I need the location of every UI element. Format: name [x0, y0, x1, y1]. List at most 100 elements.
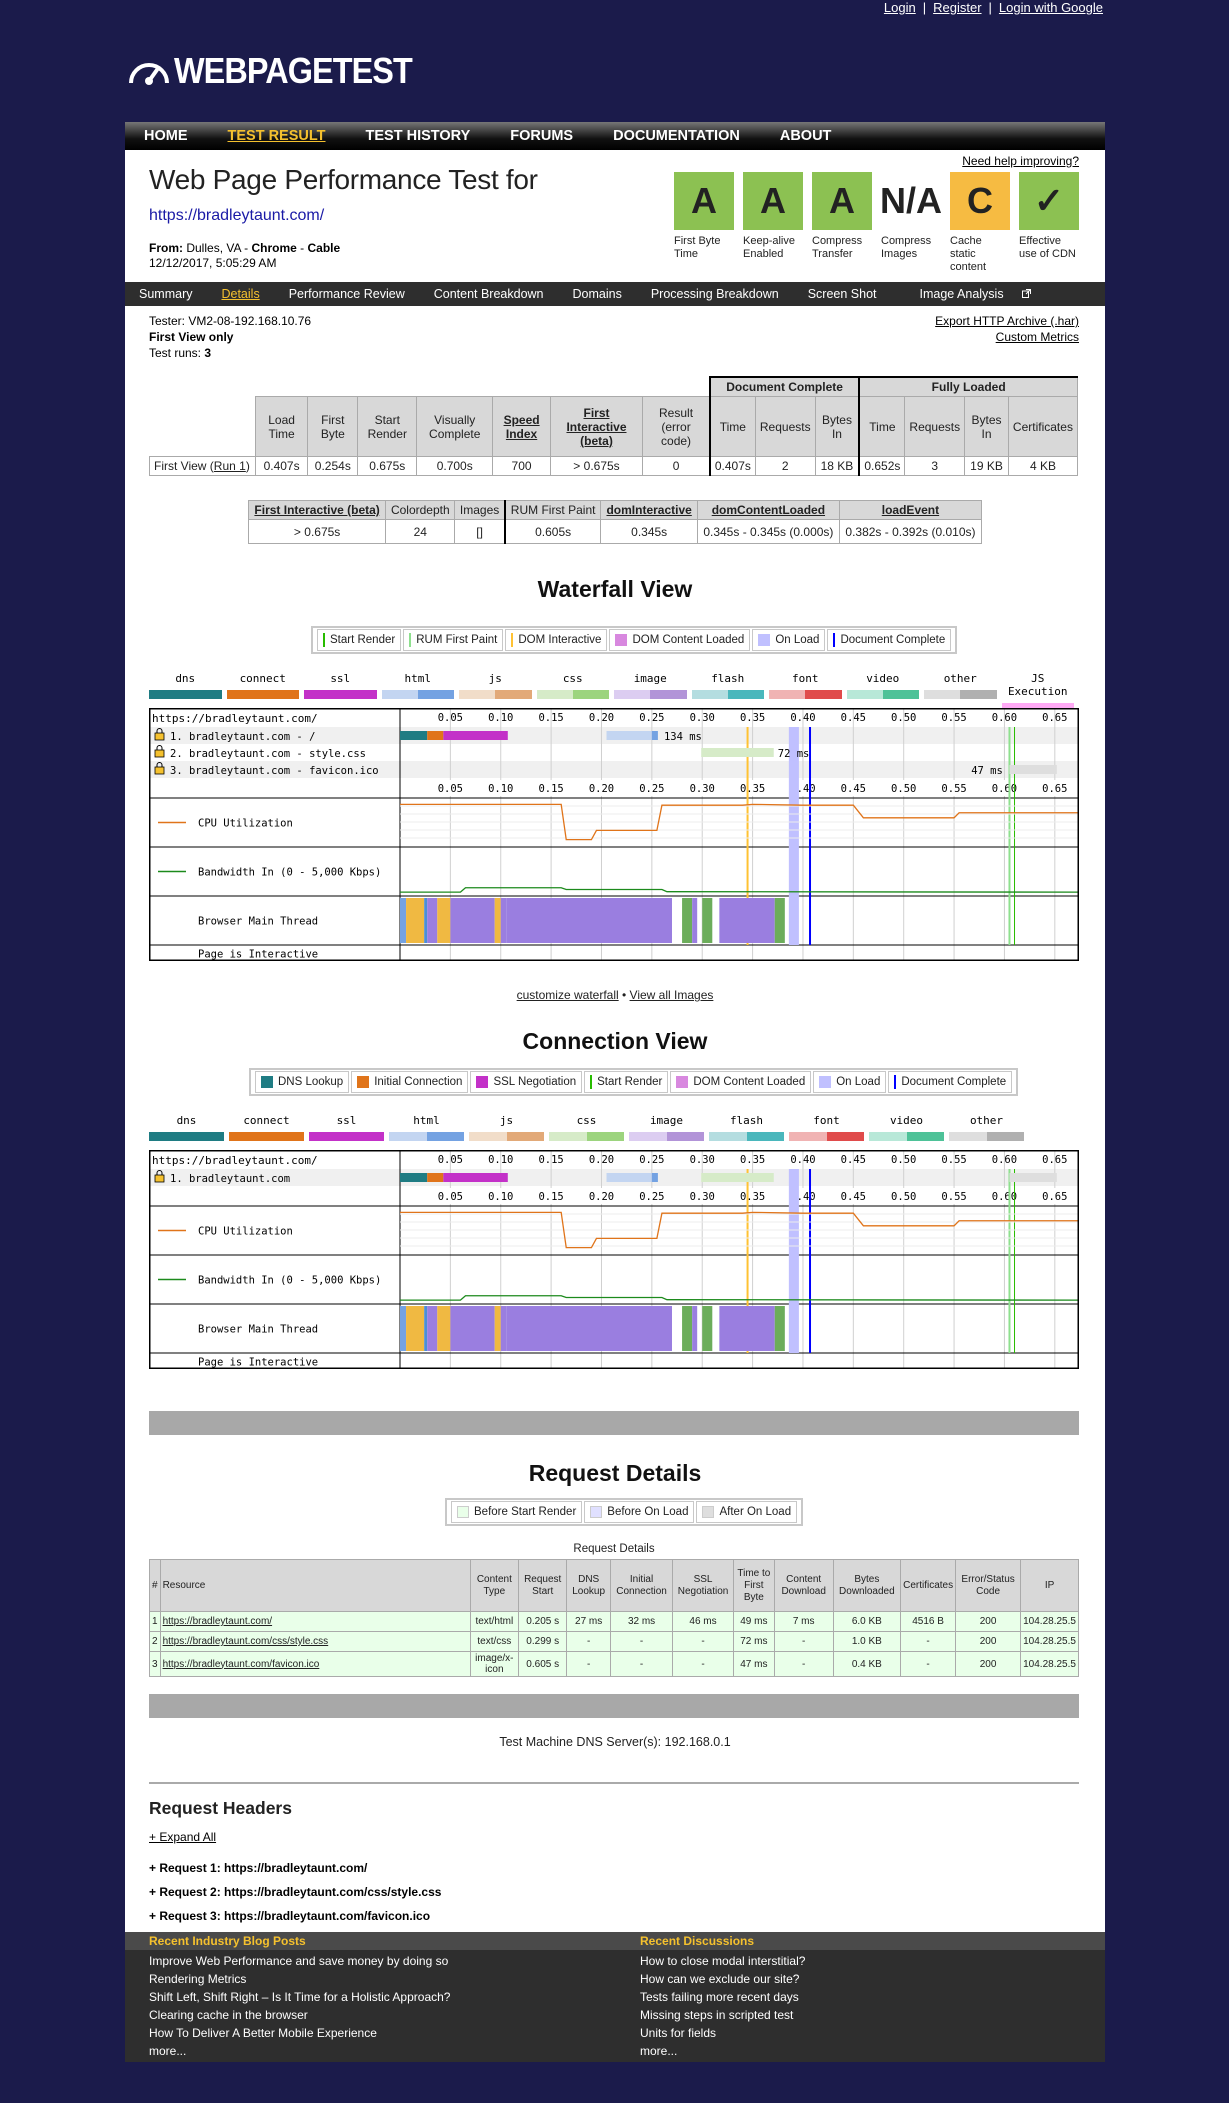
legend-swatch [758, 634, 771, 646]
tested-url-text[interactable]: https://bradleytaunt.com/ [149, 207, 324, 224]
nav-about[interactable]: ABOUT [780, 128, 832, 144]
tab-summary[interactable]: Summary [139, 287, 192, 301]
tick-label: 0.30 [690, 783, 715, 795]
grade-box[interactable]: N/A [880, 172, 942, 230]
nav-home[interactable]: HOME [144, 128, 188, 144]
discussion-item[interactable]: Tests failing more recent days [640, 1988, 805, 2006]
nav-forums[interactable]: FORUMS [510, 128, 573, 144]
request-label[interactable]: 1. bradleytaunt.com [170, 1173, 290, 1185]
login-link[interactable]: Login [884, 0, 916, 15]
legend-label: After On Load [719, 1506, 792, 1518]
main-thread-block [494, 898, 501, 943]
resource-link[interactable]: https://bradleytaunt.com/favicon.ico [163, 1659, 320, 1670]
grade-label: Compress Images [881, 235, 932, 260]
col-domcontentloaded[interactable]: domContentLoaded [696, 500, 840, 520]
grade-keep-alive[interactable]: A Keep-alive Enabled [743, 172, 803, 274]
tick-label: 0.20 [589, 783, 614, 795]
tab-content-breakdown[interactable]: Content Breakdown [434, 287, 544, 301]
legend-swatch [819, 1076, 832, 1088]
blog-item[interactable]: How To Deliver A Better Mobile Experienc… [149, 2024, 450, 2042]
category-image: image [614, 672, 687, 699]
grade-box[interactable]: A [812, 172, 872, 230]
discussion-more[interactable]: more... [640, 2042, 805, 2060]
tab-screen-shot[interactable]: Screen Shot [808, 287, 877, 301]
login-google-link[interactable]: Login with Google [999, 0, 1103, 15]
export-har-link[interactable]: Export HTTP Archive (.har) [935, 313, 1079, 329]
discussion-item[interactable]: Units for fields [640, 2024, 805, 2042]
table-row[interactable]: 1 https://bradleytaunt.com/text/html 0.205… [149, 1611, 1079, 1632]
blog-item[interactable]: Shift Left, Shift Right – Is It Time for… [149, 1988, 450, 2006]
grade-first-byte[interactable]: A First Byte Time [674, 172, 734, 274]
tested-url[interactable]: https://bradleytaunt.com/ [149, 207, 324, 225]
val-loadevent: 0.382s - 0.392s (0.010s) [838, 519, 983, 544]
run1-link[interactable]: Run 1 [214, 459, 246, 473]
col-first-interactive[interactable]: First Interactive (beta) [549, 396, 644, 457]
category-label: dns [175, 672, 196, 685]
column-header: Initial Connection [610, 1559, 674, 1612]
grade-box[interactable]: A [674, 172, 734, 230]
nav-documentation[interactable]: DOCUMENTATION [613, 128, 740, 144]
waterfall-title: Waterfall View [537, 576, 693, 602]
expand-all-link[interactable]: + Expand All [149, 1830, 216, 1844]
col-first-interactive2[interactable]: First Interactive (beta) [247, 500, 387, 520]
register-link[interactable]: Register [933, 0, 981, 15]
col-speed-index[interactable]: Speed Index [492, 396, 551, 457]
request-label[interactable]: 3. bradleytaunt.com - favicon.ico [170, 765, 379, 777]
grade-box[interactable]: C [950, 172, 1010, 230]
nav-test-result[interactable]: TEST RESULT [228, 128, 326, 144]
webpagetest-logo[interactable]: WEBPAGETEST [126, 50, 438, 92]
resource-link[interactable]: https://bradleytaunt.com/ [163, 1616, 273, 1627]
tab-image-analysis[interactable]: Image Analysis [906, 287, 1032, 301]
tab-domains[interactable]: Domains [573, 287, 622, 301]
request-header-1[interactable]: + Request 1: https://bradleytaunt.com/ [149, 1861, 367, 1875]
grade-box[interactable]: A [743, 172, 803, 230]
col-loadevent[interactable]: loadEvent [838, 500, 983, 520]
table-row[interactable]: 2 https://bradleytaunt.com/css/style.css t… [149, 1631, 1079, 1652]
grade-cdn[interactable]: ✓ Effective use of CDN [1019, 172, 1079, 274]
cv-legend-item: SSL Negotiation [470, 1071, 583, 1093]
val-visually-complete: 0.700s [416, 456, 494, 476]
blog-item[interactable]: Improve Web Performance and save money b… [149, 1952, 450, 1970]
nav-test-history[interactable]: TEST HISTORY [366, 128, 471, 144]
grade-compress-transfer[interactable]: A Compress Transfer [812, 172, 872, 274]
custom-metrics-link[interactable]: Custom Metrics [935, 329, 1079, 345]
grade-compress-images[interactable]: N/A Compress Images [880, 172, 942, 274]
tab-processing-breakdown[interactable]: Processing Breakdown [651, 287, 779, 301]
discussion-item[interactable]: How can we exclude our site? [640, 1970, 805, 1988]
category-swatch [709, 1132, 784, 1141]
col-dominteractive[interactable]: domInteractive [600, 500, 698, 520]
request-label[interactable]: 2. bradleytaunt.com - style.css [170, 748, 366, 760]
table-row[interactable]: 3 https://bradleytaunt.com/favicon.ico ima… [149, 1651, 1079, 1677]
page-title: Web Page Performance Test for [149, 164, 538, 195]
waterfall-svg: 0.05 0.10 0.15 0.20 0.25 0.30 0.35 0.40 0.45 0.50… [149, 708, 1081, 962]
blog-more[interactable]: more... [149, 2042, 450, 2060]
tab-performance-review[interactable]: Performance Review [289, 287, 405, 301]
customize-waterfall-link[interactable]: customize waterfall [517, 988, 619, 1002]
table-cell[interactable]: https://bradleytaunt.com/favicon.ico [159, 1651, 471, 1677]
grade-cache-static[interactable]: C Cache static content [950, 172, 1010, 274]
main-thread-block [494, 1306, 501, 1351]
resource-link[interactable]: https://bradleytaunt.com/css/style.css [163, 1636, 329, 1647]
discussion-item[interactable]: How to close modal interstitial? [640, 1952, 805, 1970]
request-label[interactable]: 1. bradleytaunt.com - / [170, 731, 315, 743]
blog-item[interactable]: Rendering Metrics [149, 1970, 450, 1988]
help-improving-link[interactable]: Need help improving? [962, 154, 1079, 168]
main-thread-block [692, 898, 698, 943]
col-doc-bytes: Bytes In [814, 396, 860, 457]
tab-details[interactable]: Details [221, 287, 259, 301]
tab-image-analysis-label[interactable]: Image Analysis [920, 287, 1004, 301]
grade-box[interactable]: ✓ [1019, 172, 1079, 230]
table-cell[interactable]: https://bradleytaunt.com/css/style.css [159, 1631, 471, 1652]
waterfall-svg: 0.05 0.10 0.15 0.20 0.25 0.30 0.35 0.40 0.45 0.50… [149, 1150, 1081, 1370]
table-cell[interactable]: https://bradleytaunt.com/ [159, 1611, 471, 1632]
separator: | [988, 0, 992, 15]
blog-item[interactable]: Clearing cache in the browser [149, 2006, 450, 2024]
discussion-item[interactable]: Missing steps in scripted test [640, 2006, 805, 2024]
request-header-2[interactable]: + Request 2: https://bradleytaunt.com/cs… [149, 1885, 441, 1899]
val-first-byte: 0.254s [307, 456, 359, 476]
request-header-3[interactable]: + Request 3: https://bradleytaunt.com/fa… [149, 1909, 430, 1923]
legend-label: DOM Interactive [518, 634, 602, 646]
legend-label: On Load [775, 634, 820, 646]
category-video: video [869, 1114, 944, 1141]
view-all-images-link[interactable]: View all Images [630, 988, 714, 1002]
